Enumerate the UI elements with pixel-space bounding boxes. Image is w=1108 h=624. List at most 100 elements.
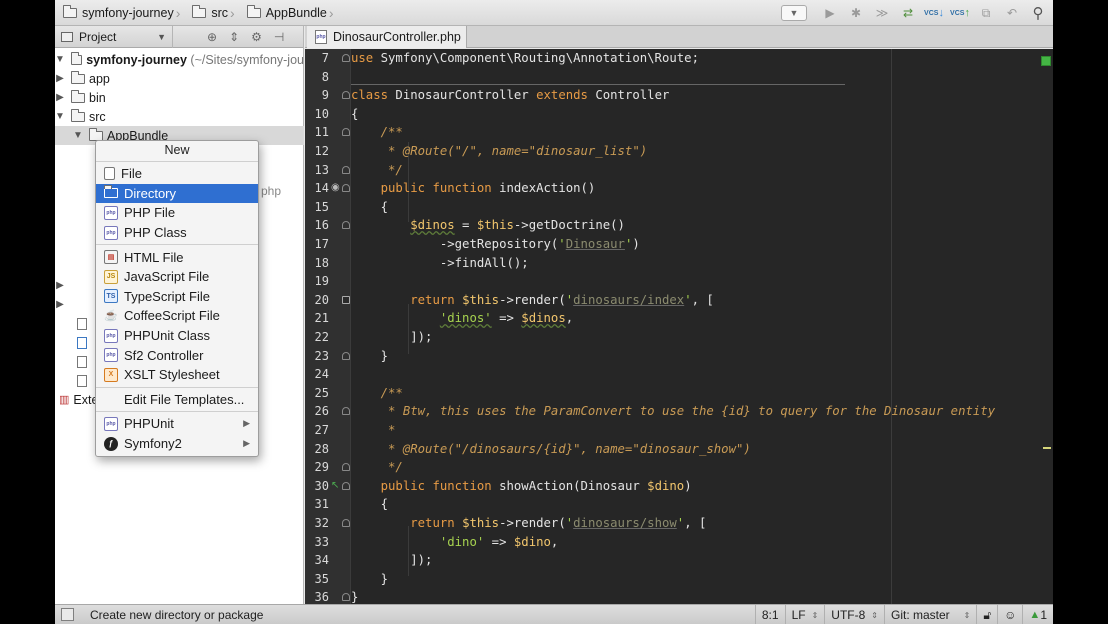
chevron-right-icon[interactable]: ▶ <box>55 73 65 84</box>
hector-icon[interactable]: ☺ <box>997 605 1022 624</box>
fold-marker-icon[interactable] <box>342 128 350 137</box>
target-icon[interactable]: ⊕ <box>207 30 217 44</box>
menu-item-phpunit-class[interactable]: php PHPUnit Class <box>96 326 258 346</box>
phpunit-icon: php <box>104 416 118 431</box>
menu-item-directory[interactable]: Directory <box>96 183 258 204</box>
route-icon[interactable]: ◉ <box>331 182 340 193</box>
line-number: 9 <box>321 88 329 103</box>
fold-marker-icon[interactable] <box>342 165 350 174</box>
inspection-ok-icon[interactable] <box>1041 56 1051 66</box>
menu-item-file[interactable]: File <box>96 164 258 184</box>
caret-position[interactable]: 8:1 <box>754 605 785 624</box>
chevron-right-icon: ▶ <box>243 438 250 449</box>
fold-marker-icon[interactable] <box>342 407 350 416</box>
code-line: class DinosaurController extends Control… <box>351 88 670 103</box>
collapse-icon[interactable]: ⇕ <box>229 30 239 44</box>
line-separator-select[interactable]: LF ⇕ <box>784 605 825 624</box>
menu-item-coffeescript-file[interactable]: ☕ CoffeeScript File <box>96 306 258 326</box>
fold-marker-icon[interactable] <box>342 481 350 490</box>
menu-item-xslt-stylesheet[interactable]: X XSLT Stylesheet <box>96 365 258 385</box>
chevron-down-icon[interactable]: ▼ <box>73 130 83 141</box>
chevron-right-icon[interactable]: ▶ <box>55 92 65 103</box>
menu-item-php-class[interactable]: php PHP Class <box>96 223 258 243</box>
hide-panel-icon[interactable]: ⊣ <box>274 30 284 44</box>
vcs-update-icon[interactable]: VCS ↓ <box>924 4 944 22</box>
fold-marker-icon[interactable] <box>342 91 350 100</box>
run-config-dropdown[interactable]: ▼ <box>781 5 807 21</box>
tab-dinosaurcontroller[interactable]: php DinosaurController.php <box>307 26 467 48</box>
code-line: 'dinos' => $dinos, <box>439 311 574 326</box>
fold-marker-icon[interactable] <box>342 593 350 602</box>
fold-marker-icon[interactable] <box>342 221 350 230</box>
menu-item-edit-file-templates[interactable]: Edit File Templates... <box>96 390 258 410</box>
tree-item-bin[interactable]: ▶ bin <box>55 88 304 107</box>
vcs-branch-select[interactable]: Git: master ⇕ <box>883 605 976 624</box>
editor-gutter: 7 8 9 10 11 12 13 14 15 16 17 18 19 20 21 22 23 24 25 26 27 2… <box>305 49 351 604</box>
folder-icon <box>71 89 85 103</box>
fold-marker-icon[interactable] <box>342 463 350 472</box>
menu-item-javascript-file[interactable]: JS JavaScript File <box>96 267 258 287</box>
warning-marker[interactable] <box>1043 447 1051 449</box>
menu-item-php-file[interactable]: php PHP File <box>96 203 258 223</box>
menu-item-sf2-controller[interactable]: php Sf2 Controller <box>96 345 258 365</box>
code-line: return $this->render('dinosaurs/show', [ <box>410 516 707 530</box>
lock-icon[interactable]: 🔓︎ <box>976 605 997 624</box>
code-area[interactable]: use Symfony\Component\Routing\Annotation… <box>351 49 1053 604</box>
fold-marker-icon[interactable] <box>342 295 350 304</box>
breadcrumb-project[interactable]: symfony-journey › <box>55 0 184 26</box>
tree-item-app[interactable]: ▶ app <box>55 69 304 88</box>
line-number: 20 <box>314 292 329 307</box>
file-icon <box>77 355 87 368</box>
line-number: 15 <box>314 199 329 214</box>
encoding-select[interactable]: UTF-8 ⇕ <box>824 605 884 624</box>
typescript-file-icon: TS <box>104 289 118 304</box>
code-line: * <box>351 423 396 437</box>
line-number: 12 <box>314 144 329 158</box>
xslt-stylesheet-icon: X <box>104 367 118 382</box>
fold-marker-icon[interactable] <box>342 519 350 527</box>
code-line: { <box>351 497 389 512</box>
breadcrumb-src[interactable]: src › <box>184 0 238 26</box>
line-number: 24 <box>314 367 329 382</box>
tool-windows-icon[interactable] <box>61 608 74 621</box>
tree-root[interactable]: ▼ symfony-journey (~/Sites/symfony-jou <box>55 50 304 69</box>
breadcrumb-appbundle[interactable]: AppBundle › <box>239 0 338 26</box>
fold-marker-icon[interactable] <box>342 351 350 360</box>
main-toolbar: ▼ ▶ ✱ ≫ ⇄ VCS ↓ VCS ↑ ⧉ ↶ ⚲ <box>781 0 1053 26</box>
file-icon <box>77 317 87 330</box>
method-separator <box>351 84 845 85</box>
chevron-right-icon[interactable]: ▶ <box>55 299 65 310</box>
menu-item-typescript-file[interactable]: TS TypeScript File <box>96 287 258 307</box>
search-icon[interactable]: ⚲ <box>1029 4 1047 22</box>
compare-icon[interactable]: ⧉ <box>977 4 995 22</box>
fold-marker-icon[interactable] <box>342 54 350 62</box>
sync-icon[interactable]: ⇄ <box>899 4 917 22</box>
editor-tabs: php DinosaurController.php <box>305 26 1053 48</box>
vcs-commit-icon[interactable]: VCS ↑ <box>950 4 970 22</box>
project-view-select[interactable]: Project ▼ <box>55 25 173 48</box>
revert-icon[interactable]: ↶ <box>1003 4 1021 22</box>
line-number: 31 <box>314 497 329 512</box>
fold-marker-icon[interactable] <box>342 184 350 193</box>
code-line: ->getRepository('Dinosaur') <box>351 237 640 251</box>
line-number: 28 <box>314 441 329 456</box>
menu-item-phpunit[interactable]: php PHPUnit ▶ <box>96 414 258 434</box>
notifications-indicator[interactable]: ▲ 1 <box>1022 605 1053 624</box>
coverage-icon[interactable]: ≫ <box>873 4 891 22</box>
gear-icon[interactable]: ⚙ <box>251 30 262 44</box>
debug-icon[interactable]: ✱ <box>847 4 865 22</box>
menu-item-html-file[interactable]: ▤ HTML File <box>96 247 258 267</box>
menu-item-symfony2[interactable]: ƒ Symfony2 ▶ <box>96 434 258 454</box>
run-icon[interactable]: ▶ <box>821 4 839 22</box>
javascript-file-icon: JS <box>104 269 118 284</box>
chevron-down-icon[interactable]: ▼ <box>55 54 65 65</box>
chevron-down-icon[interactable]: ▼ <box>55 111 65 122</box>
sf2-controller-icon: php <box>104 348 118 363</box>
chevron-right-icon[interactable]: ▶ <box>55 280 65 291</box>
tree-item-src[interactable]: ▼ src <box>55 107 304 126</box>
navigation-bar: symfony-journey › src › AppBundle › ▼ ▶ … <box>55 0 1053 26</box>
code-editor[interactable]: 7 8 9 10 11 12 13 14 15 16 17 18 19 20 21 22 23 24 25 26 27 2… <box>305 49 1053 604</box>
coffeescript-file-icon: ☕ <box>104 310 118 323</box>
line-number: 21 <box>314 311 329 326</box>
route-arrow-icon[interactable]: ↖ <box>331 480 339 491</box>
